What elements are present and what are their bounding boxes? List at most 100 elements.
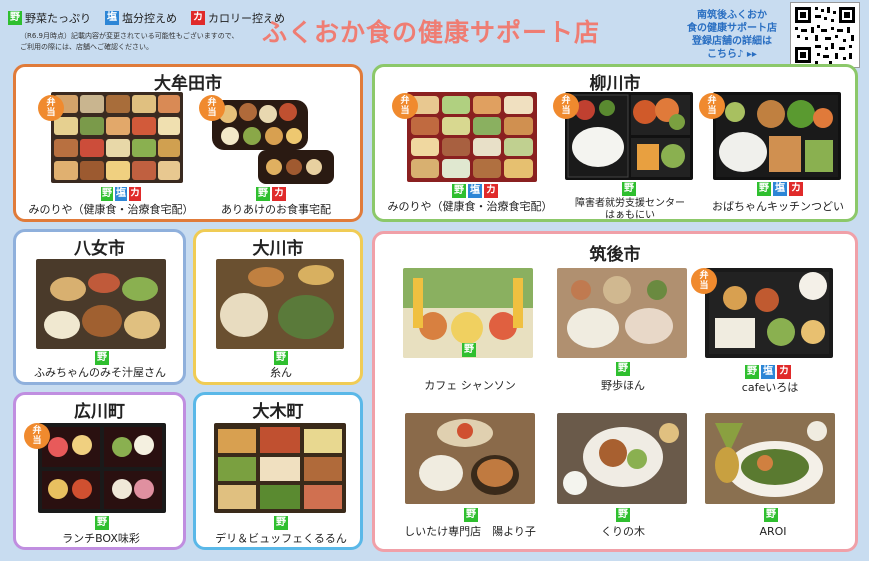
cal-tag: カ bbox=[272, 187, 286, 201]
region-title: 筑後市 bbox=[589, 245, 641, 265]
food-photo bbox=[705, 268, 833, 358]
cal-tag: カ bbox=[777, 365, 791, 379]
bento-badge-top: 弁 bbox=[46, 98, 56, 108]
qr-code-icon[interactable] bbox=[790, 2, 860, 68]
food-photo bbox=[51, 92, 183, 183]
bento-badge-bottom: 当 bbox=[561, 106, 571, 116]
bento-badge: 弁当 bbox=[38, 95, 64, 121]
food-photo bbox=[557, 413, 687, 504]
region-chikugo: 筑後市 野 カフェ シャンソン 野 野歩ほん 弁当 野塩カ cafeいろは 野 … bbox=[372, 231, 858, 552]
food-photo bbox=[407, 92, 537, 182]
shop-name: しいたけ専門店 陽より子 bbox=[404, 525, 536, 538]
legend-salt: 塩 塩分控えめ bbox=[105, 10, 177, 26]
veg-tag: 野 bbox=[274, 516, 288, 530]
bento-badge-bottom: 当 bbox=[699, 281, 709, 291]
region-title: 大木町 bbox=[252, 402, 304, 422]
shop-tags: 野 bbox=[273, 516, 289, 530]
food-photo bbox=[214, 423, 346, 513]
bento-badge: 弁当 bbox=[691, 268, 717, 294]
veg-tag: 野 bbox=[616, 362, 630, 376]
region-oki: 大木町 野 デリ＆ビュッフェくるるん bbox=[193, 392, 363, 550]
region-title: 八女市 bbox=[74, 239, 125, 259]
shop-tags: 野 bbox=[615, 508, 631, 522]
cal-tag: カ bbox=[789, 182, 803, 196]
shop-tags: 野 bbox=[461, 343, 477, 357]
food-photo bbox=[208, 92, 342, 187]
shop-name: デリ＆ビュッフェくるるん bbox=[215, 532, 347, 545]
bento-badge-bottom: 当 bbox=[32, 436, 42, 446]
bento-badge-top: 弁 bbox=[707, 96, 717, 106]
shop-tags: 野塩カ bbox=[101, 187, 141, 201]
shop-tags: 野 bbox=[763, 508, 779, 522]
salt-tag: 塩 bbox=[761, 365, 775, 379]
region-title: 大牟田市 bbox=[154, 74, 222, 94]
veg-tag: 野 bbox=[95, 351, 109, 365]
corner-note-line: 登録店舗の詳細は bbox=[692, 36, 772, 47]
bento-badge: 弁当 bbox=[199, 95, 225, 121]
corner-note-line: こちら♪ ▸▸ bbox=[707, 49, 757, 60]
shop-name: AROI bbox=[759, 525, 787, 538]
food-photo bbox=[713, 92, 841, 180]
veg-tag: 野 bbox=[616, 508, 630, 522]
bento-badge: 弁当 bbox=[553, 93, 579, 119]
cal-tag: カ bbox=[191, 11, 205, 25]
veg-label: 野菜たっぷり bbox=[25, 12, 91, 25]
shop-name: ありあけのお食事宅配 bbox=[221, 203, 331, 216]
region-title: 大川市 bbox=[252, 239, 304, 259]
cal-tag: カ bbox=[484, 184, 498, 198]
veg-tag: 野 bbox=[101, 187, 113, 201]
note-line-1: （R6.9月時点）記載内容が変更されている可能性もございますので、 bbox=[20, 32, 239, 40]
shop-tags: 野 bbox=[94, 516, 110, 530]
veg-tag: 野 bbox=[274, 351, 288, 365]
shop-name-line: 障害者就労支援センター bbox=[575, 198, 685, 209]
veg-tag: 野 bbox=[462, 343, 476, 357]
food-photo bbox=[557, 268, 687, 358]
food-photo bbox=[216, 259, 344, 349]
page-title: ふくおか食の健康サポート店 bbox=[262, 18, 601, 47]
region-yanagawa: 柳川市 弁当 野塩カ みのりや（健康食・治療食宅配） 弁当 野 障害者就労支援セ… bbox=[372, 64, 858, 222]
veg-tag: 野 bbox=[452, 184, 466, 198]
corner-note-line: 南筑後ふくおか bbox=[697, 10, 767, 21]
bento-badge: 弁当 bbox=[699, 93, 725, 119]
bento-badge-bottom: 当 bbox=[400, 106, 410, 116]
bento-badge-bottom: 当 bbox=[46, 108, 56, 118]
bento-badge-bottom: 当 bbox=[707, 106, 717, 116]
shop-name: 障害者就労支援センター はぁもにい bbox=[555, 198, 705, 222]
salt-label: 塩分控えめ bbox=[122, 12, 177, 25]
bento-badge-top: 弁 bbox=[561, 96, 571, 106]
shop-tags: 野カ bbox=[256, 187, 286, 201]
salt-tag: 塩 bbox=[773, 182, 787, 196]
veg-tag: 野 bbox=[95, 516, 109, 530]
details-link[interactable]: 南筑後ふくおか 食の健康サポート店 登録店舗の詳細は こちら♪ ▸▸ bbox=[680, 9, 784, 61]
bento-badge-top: 弁 bbox=[207, 98, 217, 108]
shop-tags: 野塩カ bbox=[743, 365, 793, 379]
region-title: 柳川市 bbox=[589, 74, 641, 94]
shop-tags: 野 bbox=[273, 351, 289, 365]
legend-note: （R6.9月時点）記載内容が変更されている可能性もございますので、 ご利用の際に… bbox=[20, 31, 239, 53]
bento-badge-top: 弁 bbox=[32, 426, 42, 436]
shop-name: カフェ シャンソン bbox=[424, 379, 516, 392]
corner-note-line: 食の健康サポート店 bbox=[687, 23, 777, 34]
shop-name: ふみちゃんのみそ汁屋さん bbox=[34, 366, 166, 379]
shop-name: おばちゃんキッチンつどい bbox=[712, 200, 844, 213]
bento-badge: 弁当 bbox=[392, 93, 418, 119]
shop-name: cafeいろは bbox=[741, 381, 799, 394]
food-photo bbox=[405, 413, 535, 504]
bento-badge-top: 弁 bbox=[400, 96, 410, 106]
shop-tags: 野 bbox=[615, 362, 631, 376]
food-photo bbox=[565, 92, 693, 180]
veg-tag: 野 bbox=[464, 508, 478, 522]
food-photo bbox=[705, 413, 835, 504]
shop-name: ランチBOX味彩 bbox=[62, 532, 140, 545]
food-photo bbox=[38, 423, 166, 513]
veg-tag: 野 bbox=[8, 11, 22, 25]
region-title: 広川町 bbox=[74, 402, 125, 422]
legend: 野 野菜たっぷり 塩 塩分控えめ カ カロリー控えめ bbox=[8, 10, 285, 26]
shop-name: みのりや（健康食・治療食宅配） bbox=[387, 200, 553, 213]
shop-tags: 野 bbox=[94, 351, 110, 365]
shop-tags: 野 bbox=[620, 182, 638, 196]
veg-tag: 野 bbox=[757, 182, 771, 196]
note-line-2: ご利用の際には、店舗へご確認ください。 bbox=[20, 43, 153, 51]
bento-badge: 弁当 bbox=[24, 423, 50, 449]
shop-name: みのりや（健康食・治療食宅配） bbox=[28, 203, 194, 216]
